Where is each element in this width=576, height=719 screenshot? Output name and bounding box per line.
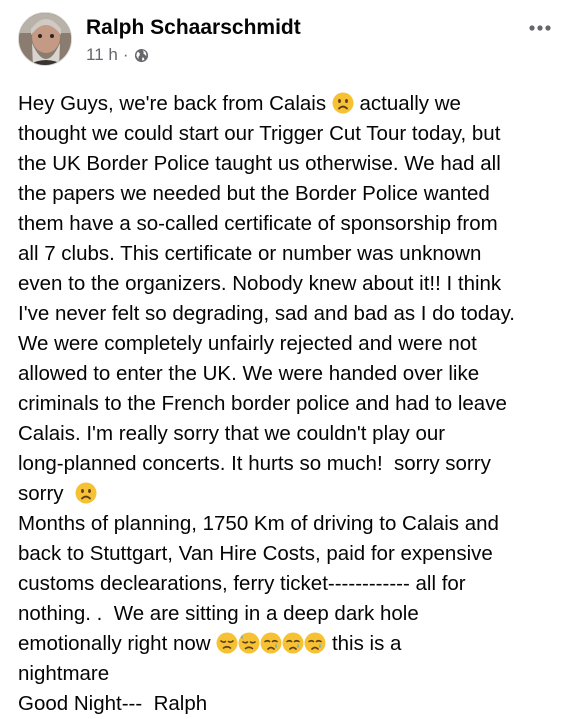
body-line: even to the organizers. Nobody knew abou…	[18, 269, 563, 299]
more-options-button[interactable]	[526, 18, 554, 38]
body-text-segment: even to the organizers. Nobody knew abou…	[18, 272, 502, 295]
body-line: sorry	[18, 479, 563, 509]
body-line: emotionally right now this is a	[18, 629, 563, 659]
body-text-segment: thought we could start our Trigger Cut T…	[18, 122, 501, 145]
body-text-segment: the papers we needed but the Border Poli…	[18, 182, 490, 205]
body-text-segment: criminals to the French border police an…	[18, 392, 507, 415]
body-line: nightmare	[18, 659, 563, 689]
body-text-segment: long-planned concerts. It hurts so much!…	[18, 452, 491, 475]
body-text-segment: Good Night--- Ralph	[18, 692, 208, 715]
body-text-segment: sorry	[18, 482, 75, 505]
body-text-segment: nothing. . We are sitting in a deep dark…	[18, 602, 419, 625]
body-text-segment: allowed to enter the UK. We were handed …	[18, 362, 480, 385]
post-header: Ralph Schaarschmidt 11 h ·	[18, 12, 558, 72]
body-text-segment: actually we	[353, 92, 461, 115]
crying-face-emoji-icon	[304, 632, 326, 654]
body-line: the UK Border Police taught us otherwise…	[18, 149, 563, 179]
facebook-post: Ralph Schaarschmidt 11 h · Hey Guys, we'…	[0, 0, 576, 715]
body-text-segment: customs declearations, ferry ticket-----…	[18, 572, 466, 595]
body-line: them have a so-called certificate of spo…	[18, 209, 563, 239]
body-text-segment: all 7 clubs. This certificate or number …	[18, 242, 482, 265]
body-line: long-planned concerts. It hurts so much!…	[18, 449, 563, 479]
body-text-segment: back to Stuttgart, Van Hire Costs, paid …	[18, 542, 493, 565]
more-horizontal-icon	[529, 25, 551, 31]
crying-face-emoji-icon	[260, 632, 282, 654]
body-line: We were completely unfairly rejected and…	[18, 329, 563, 359]
body-line: thought we could start our Trigger Cut T…	[18, 119, 563, 149]
body-line: the papers we needed but the Border Poli…	[18, 179, 563, 209]
body-text-segment: this is a	[326, 632, 402, 655]
body-line: Hey Guys, we're back from Calais actuall…	[18, 89, 563, 119]
body-line: Good Night--- Ralph	[18, 689, 563, 719]
body-line: I've never felt so degrading, sad and ba…	[18, 299, 563, 329]
body-text-segment: I've never felt so degrading, sad and ba…	[18, 302, 516, 325]
body-text-segment: Hey Guys, we're back from Calais	[18, 92, 332, 115]
frowning-face-emoji-icon	[332, 92, 354, 114]
body-text-segment: Calais. I'm really sorry that we couldn'…	[18, 422, 446, 445]
body-line: Months of planning, 1750 Km of driving t…	[18, 509, 563, 539]
body-line: criminals to the French border police an…	[18, 389, 563, 419]
author-name[interactable]: Ralph Schaarschmidt	[86, 16, 301, 40]
body-text-segment: We were completely unfairly rejected and…	[18, 332, 477, 355]
body-line: back to Stuttgart, Van Hire Costs, paid …	[18, 539, 563, 569]
body-line: Calais. I'm really sorry that we couldn'…	[18, 419, 563, 449]
body-line: nothing. . We are sitting in a deep dark…	[18, 599, 563, 629]
body-line: allowed to enter the UK. We were handed …	[18, 359, 563, 389]
body-text-segment: nightmare	[18, 662, 110, 685]
body-line: all 7 clubs. This certificate or number …	[18, 239, 563, 269]
timestamp[interactable]: 11 h	[86, 45, 118, 65]
body-text-segment: the UK Border Police taught us otherwise…	[18, 152, 501, 175]
post-meta: 11 h ·	[86, 45, 149, 65]
body-text-segment: Months of planning, 1750 Km of driving t…	[18, 512, 499, 535]
downcast-sweat-face-emoji-icon	[238, 632, 260, 654]
body-line: customs declearations, ferry ticket-----…	[18, 569, 563, 599]
body-text-segment: emotionally right now	[18, 632, 217, 655]
crying-face-emoji-icon	[282, 632, 304, 654]
avatar[interactable]	[18, 12, 72, 66]
meta-separator: ·	[122, 45, 129, 64]
frowning-face-emoji-icon	[75, 482, 97, 504]
disappointed-face-emoji-icon	[216, 632, 238, 654]
body-text-segment: them have a so-called certificate of spo…	[18, 212, 498, 235]
globe-icon	[134, 48, 148, 62]
post-body: Hey Guys, we're back from Calais actuall…	[18, 89, 563, 719]
